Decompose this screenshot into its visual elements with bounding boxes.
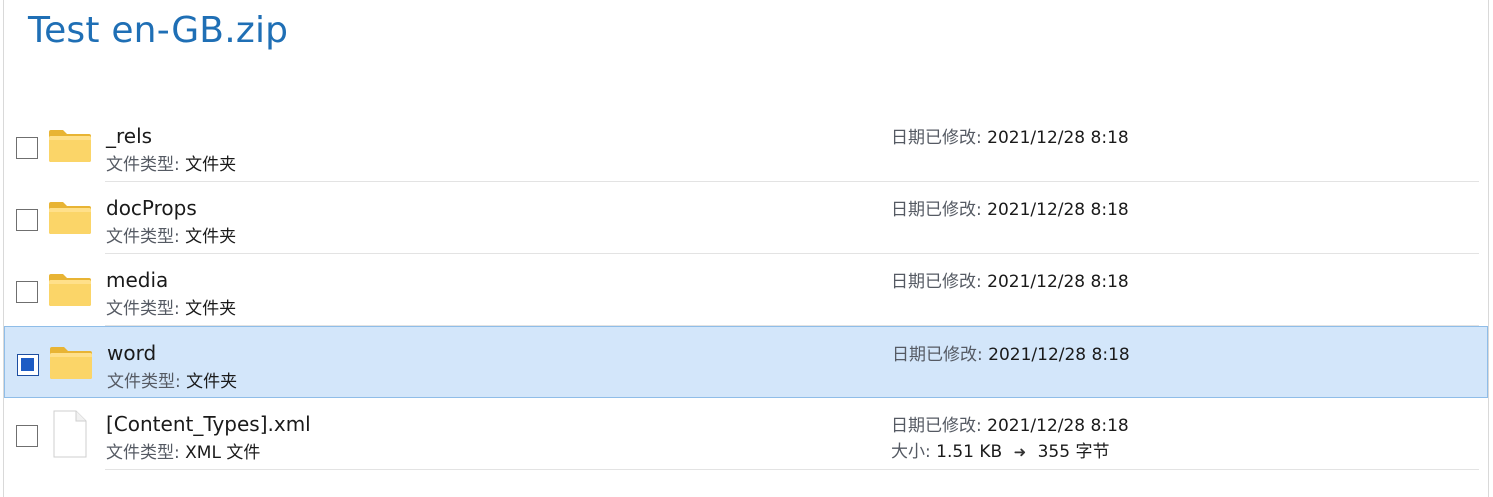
row-divider (105, 469, 1479, 470)
list-item[interactable]: [Content_Types].xml 文件类型: XML 文件 日期已修改: … (4, 398, 1488, 470)
file-icon (52, 410, 88, 458)
page-title: Test en-GB.zip (28, 10, 289, 51)
date-modified-value: 2021/12/28 8:18 (987, 416, 1129, 436)
row-checkbox[interactable] (16, 209, 38, 231)
arrow-right-icon: ➜ (1013, 443, 1027, 461)
item-modified: 日期已修改: 2021/12/28 8:18 (891, 195, 1129, 220)
folder-icon (48, 200, 92, 236)
item-modified: 日期已修改: 2021/12/28 8:18 (891, 123, 1129, 148)
right-border (1488, 0, 1489, 497)
file-type-label: 文件类型: (106, 227, 180, 247)
item-modified: 日期已修改: 2021/12/28 8:18 (891, 411, 1129, 436)
date-modified-label: 日期已修改: (891, 128, 982, 148)
list-item[interactable]: _rels 文件类型: 文件夹 日期已修改: 2021/12/28 8:18 (4, 110, 1488, 182)
item-type: 文件类型: XML 文件 (106, 438, 260, 463)
checkbox-check-mark (21, 358, 34, 371)
size-label: 大小: (891, 442, 931, 462)
file-type-label: 文件类型: (107, 372, 181, 392)
row-checkbox[interactable] (17, 354, 39, 376)
file-type-value: 文件夹 (185, 299, 237, 319)
item-type: 文件类型: 文件夹 (106, 294, 236, 319)
date-modified-value: 2021/12/28 8:18 (987, 128, 1129, 148)
item-type: 文件类型: 文件夹 (106, 222, 236, 247)
row-checkbox[interactable] (16, 425, 38, 447)
row-checkbox[interactable] (16, 137, 38, 159)
file-type-value: 文件夹 (185, 155, 237, 175)
list-item[interactable]: docProps 文件类型: 文件夹 日期已修改: 2021/12/28 8:1… (4, 182, 1488, 254)
date-modified-label: 日期已修改: (891, 200, 982, 220)
row-checkbox[interactable] (16, 281, 38, 303)
size-compressed-value: 1.51 KB (936, 442, 1003, 462)
file-list: _rels 文件类型: 文件夹 日期已修改: 2021/12/28 8:18 d… (4, 110, 1488, 470)
date-modified-label: 日期已修改: (892, 345, 983, 365)
date-modified-value: 2021/12/28 8:18 (987, 272, 1129, 292)
file-type-value: XML 文件 (185, 443, 261, 463)
date-modified-label: 日期已修改: (891, 416, 982, 436)
item-name[interactable]: media (106, 268, 168, 292)
item-modified: 日期已修改: 2021/12/28 8:18 (891, 267, 1129, 292)
folder-icon (48, 128, 92, 164)
size-uncompressed-value: 355 字节 (1037, 442, 1110, 462)
item-type: 文件类型: 文件夹 (106, 150, 236, 175)
date-modified-value: 2021/12/28 8:18 (987, 200, 1129, 220)
folder-icon (49, 345, 93, 381)
file-type-label: 文件类型: (106, 443, 180, 463)
folder-icon (48, 272, 92, 308)
item-name[interactable]: word (107, 341, 156, 365)
date-modified-value: 2021/12/28 8:18 (988, 345, 1130, 365)
date-modified-label: 日期已修改: (891, 272, 982, 292)
item-modified: 日期已修改: 2021/12/28 8:18 (892, 340, 1130, 365)
file-type-label: 文件类型: (106, 299, 180, 319)
item-size: 大小: 1.51 KB ➜ 355 字节 (891, 437, 1109, 462)
file-type-value: 文件夹 (186, 372, 238, 392)
item-name[interactable]: [Content_Types].xml (106, 412, 311, 436)
item-name[interactable]: docProps (106, 196, 197, 220)
list-item[interactable]: media 文件类型: 文件夹 日期已修改: 2021/12/28 8:18 (4, 254, 1488, 326)
file-type-value: 文件夹 (185, 227, 237, 247)
file-type-label: 文件类型: (106, 155, 180, 175)
item-type: 文件类型: 文件夹 (107, 367, 237, 392)
item-name[interactable]: _rels (106, 124, 152, 148)
list-item[interactable]: word 文件类型: 文件夹 日期已修改: 2021/12/28 8:18 (4, 326, 1488, 398)
